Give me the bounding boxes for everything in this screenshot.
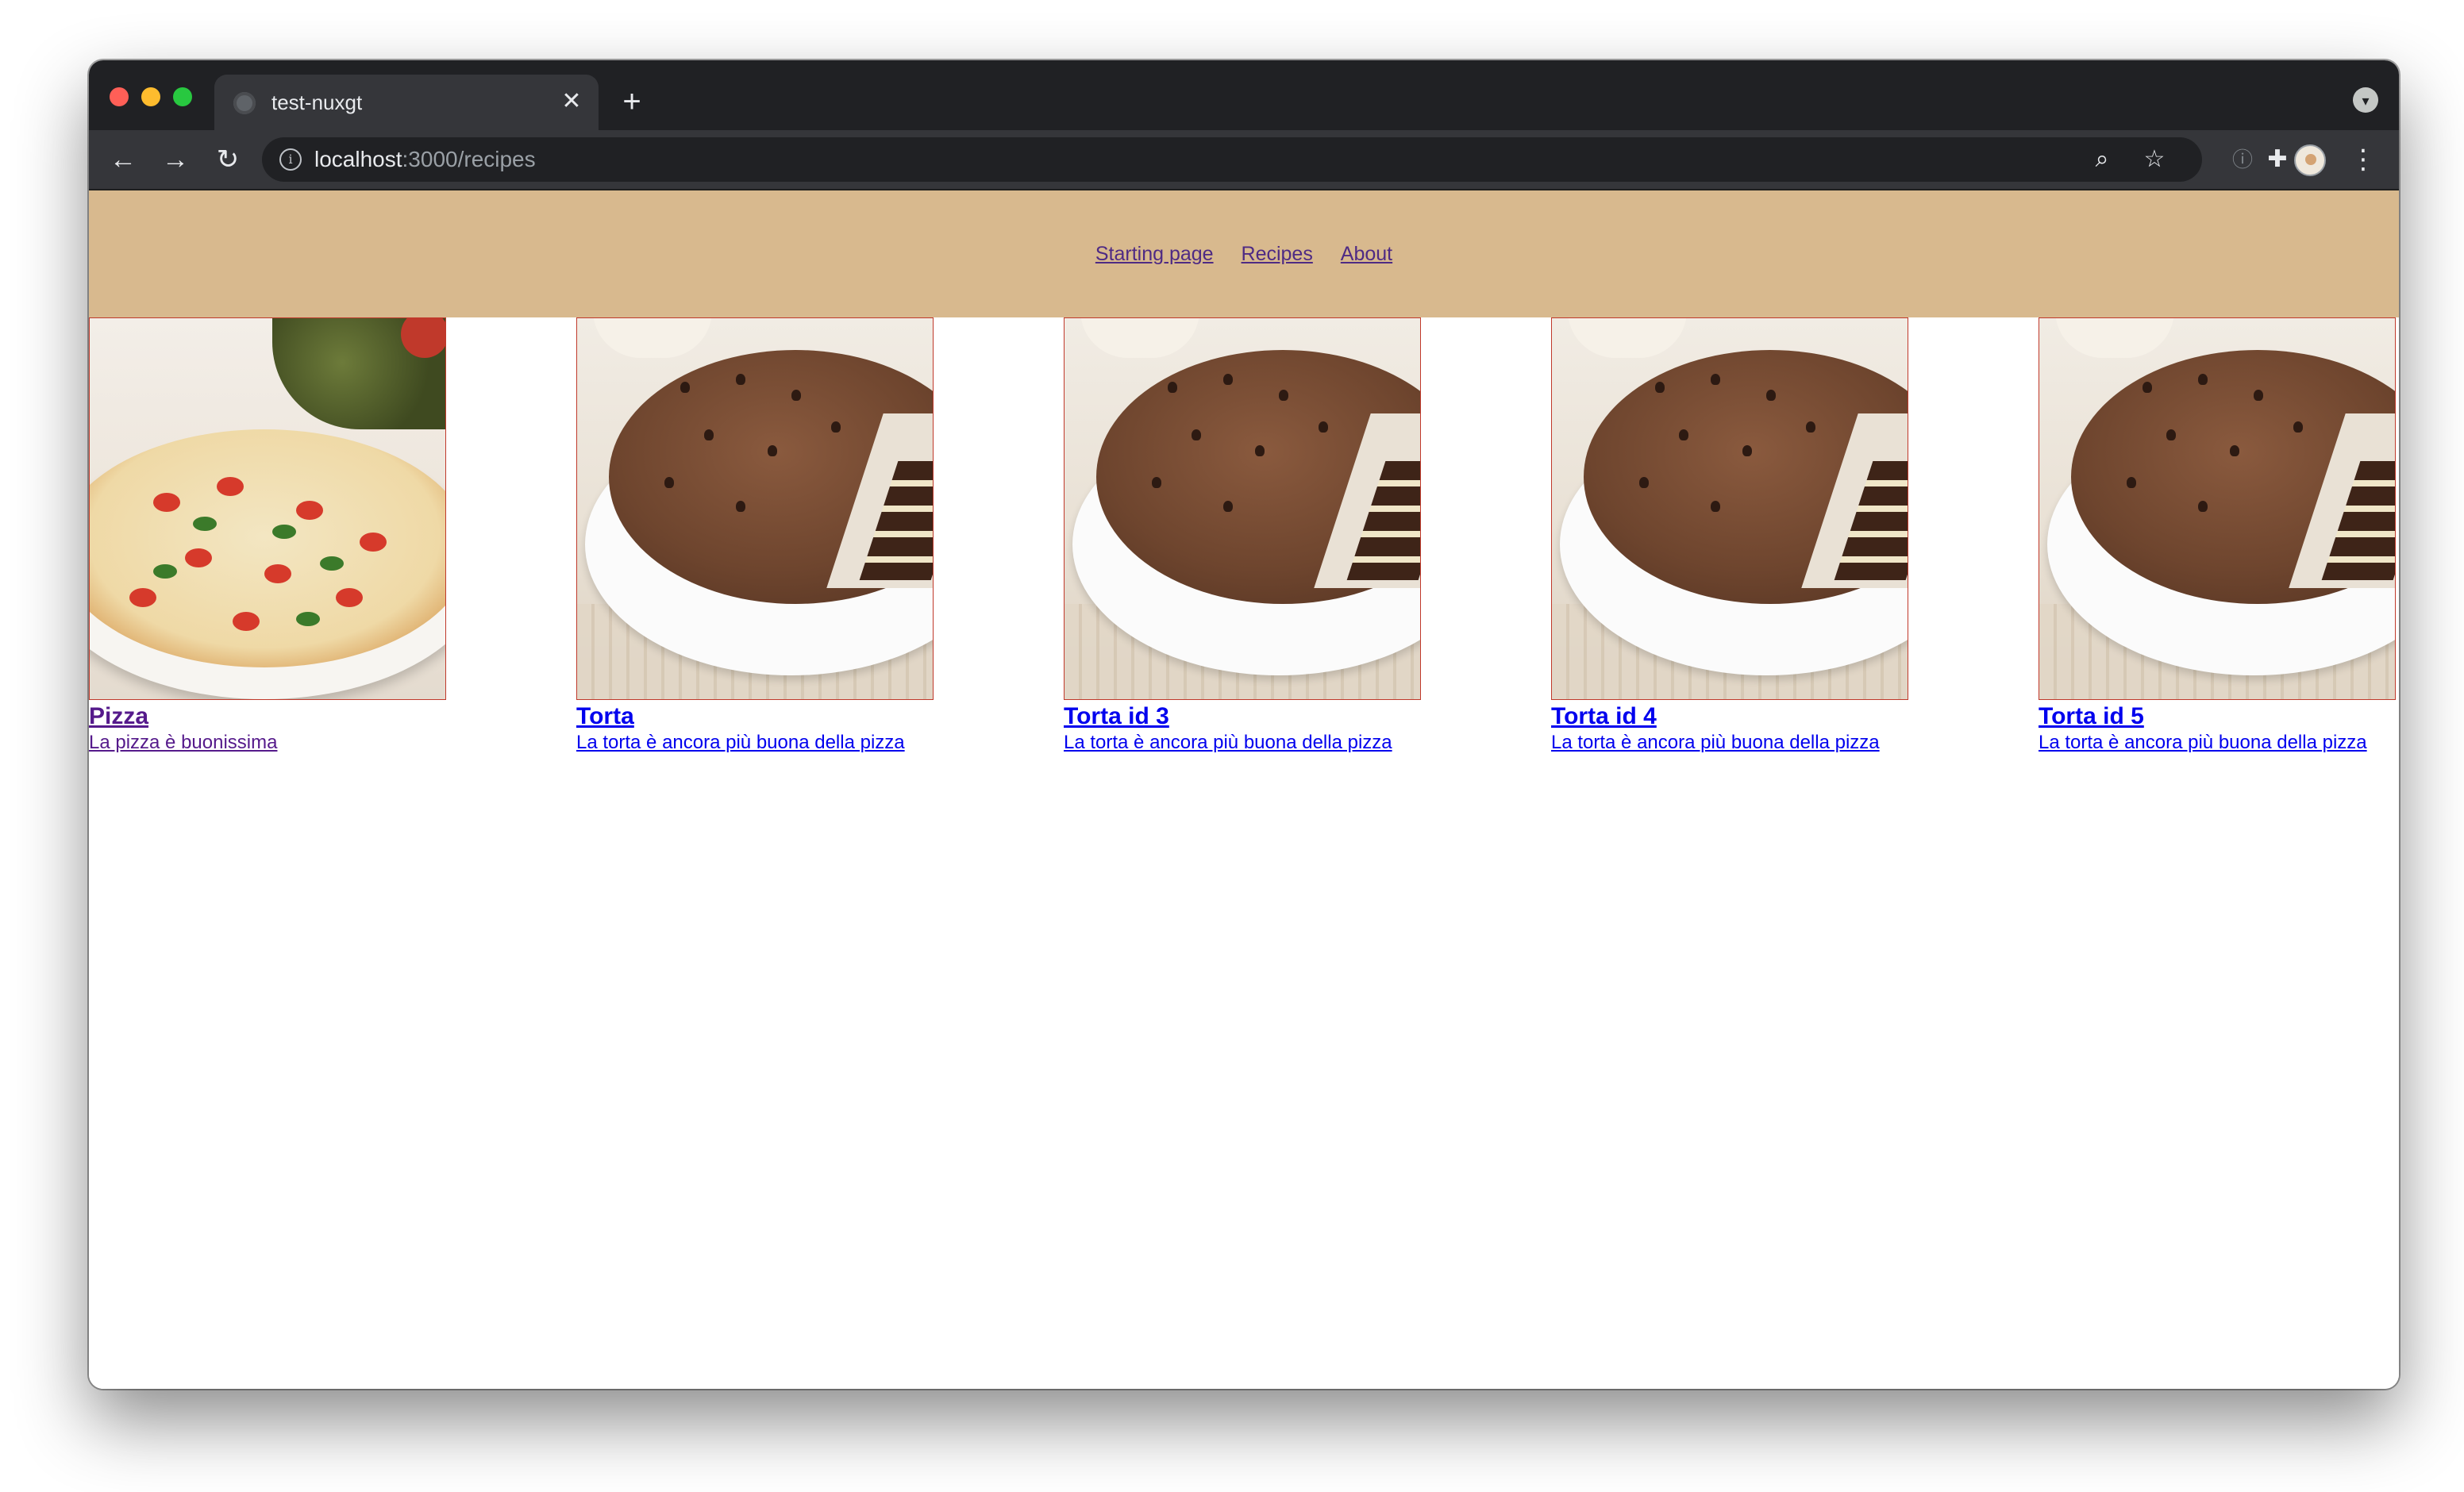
address-bar[interactable]: i localhost:3000/recipes ⌕ ☆ [262, 137, 2202, 182]
recipe-card[interactable]: Pizza La pizza è buonissima [89, 317, 446, 755]
extensions-puzzle-icon[interactable]: ✚ [2259, 141, 2296, 178]
page-viewport: Starting page Recipes About Pizza La piz… [89, 190, 2399, 1389]
close-icon[interactable]: ✕ [556, 86, 587, 117]
site-header: Starting page Recipes About [89, 190, 2399, 317]
browser-window: test-nuxgt ✕ + ▾ ← → ↻ i localhost:3000/… [89, 60, 2399, 1389]
extension-info-icon[interactable]: ⓘ [2224, 141, 2261, 178]
info-icon[interactable]: i [279, 148, 302, 171]
recipe-card[interactable]: Torta id 3 La torta è ancora più buona d… [1064, 317, 1421, 755]
new-tab-button[interactable]: + [616, 86, 648, 117]
globe-icon [233, 92, 256, 114]
zoom-window-button[interactable] [173, 87, 192, 106]
pizza-image[interactable] [89, 317, 446, 700]
zoom-icon[interactable]: ⌕ [2085, 142, 2119, 177]
recipe-description[interactable]: La torta è ancora più buona della pizza [576, 730, 926, 755]
menu-kebab-icon[interactable]: ⋮ [2345, 141, 2381, 178]
recipe-description[interactable]: La torta è ancora più buona della pizza [1064, 730, 1413, 755]
nav-link-starting-page[interactable]: Starting page [1095, 243, 1214, 265]
reload-icon[interactable]: ↻ [210, 141, 246, 178]
chocolate-cake-image[interactable] [1551, 317, 1908, 700]
recipe-title[interactable]: Torta id 4 [1551, 703, 1908, 730]
main-nav: Starting page Recipes About [89, 241, 2399, 267]
minimize-window-button[interactable] [141, 87, 160, 106]
recipe-card[interactable]: Torta La torta è ancora più buona della … [576, 317, 934, 755]
recipe-list: Pizza La pizza è buonissima Torta La tor… [89, 317, 2399, 794]
recipe-title[interactable]: Torta id 3 [1064, 703, 1421, 730]
tab-title: test-nuxgt [271, 90, 363, 114]
url-text[interactable]: localhost:3000/recipes [314, 145, 536, 174]
chocolate-cake-image[interactable] [576, 317, 934, 700]
recipe-title[interactable]: Torta id 5 [2039, 703, 2396, 730]
recipe-card[interactable]: Torta id 4 La torta è ancora più buona d… [1551, 317, 1908, 755]
close-window-button[interactable] [110, 87, 129, 106]
nav-link-recipes[interactable]: Recipes [1242, 243, 1313, 265]
recipe-title[interactable]: Pizza [89, 703, 446, 730]
back-arrow-icon[interactable]: ← [105, 141, 141, 178]
recipe-description[interactable]: La torta è ancora più buona della pizza [1551, 730, 1900, 755]
tab-search-icon[interactable]: ▾ [2353, 87, 2378, 113]
forward-arrow-icon[interactable]: → [157, 141, 194, 178]
browser-toolbar: ← → ↻ i localhost:3000/recipes ⌕ ☆ ⓘ ✚ ⋮ [89, 130, 2399, 190]
bookmark-star-icon[interactable]: ☆ [2137, 142, 2172, 177]
browser-tab[interactable]: test-nuxgt ✕ [214, 75, 599, 130]
recipe-description[interactable]: La pizza è buonissima [89, 730, 438, 755]
recipe-description[interactable]: La torta è ancora più buona della pizza [2039, 730, 2388, 755]
chocolate-cake-image[interactable] [1064, 317, 1421, 700]
profile-avatar[interactable] [2294, 144, 2326, 176]
recipe-title[interactable]: Torta [576, 703, 934, 730]
chocolate-cake-image[interactable] [2039, 317, 2396, 700]
nav-link-about[interactable]: About [1341, 243, 1392, 265]
recipe-card[interactable]: Torta id 5 La torta è ancora più buona d… [2039, 317, 2396, 755]
tab-strip: test-nuxgt ✕ + ▾ [89, 60, 2399, 130]
